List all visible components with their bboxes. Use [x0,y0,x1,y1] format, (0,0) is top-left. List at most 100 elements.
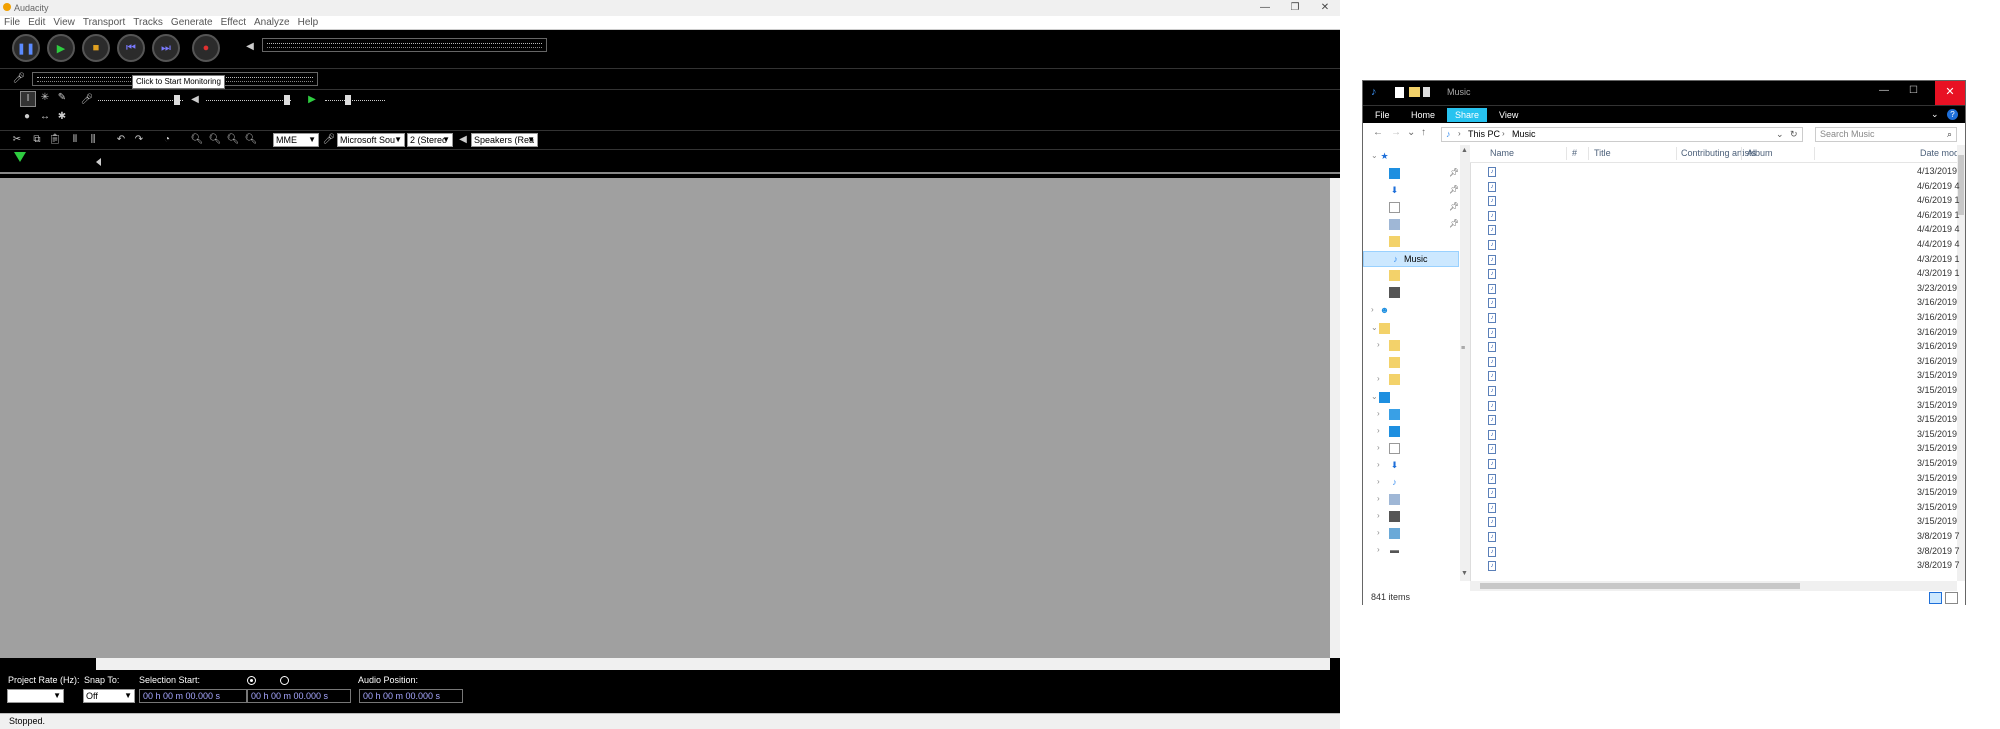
fit-project-icon[interactable]: 🔍︎ [244,133,258,147]
play-speed-slider[interactable] [325,95,385,105]
nav-pictures[interactable]: 📌︎ [1363,217,1459,233]
file-row[interactable]: ♪ 4/6/2019 1 [1470,194,1960,209]
nav-user-folder[interactable]: ⌄ [1363,321,1459,337]
file-row[interactable]: ♪ 3/16/2019 [1470,311,1957,326]
nav-desktop[interactable]: 📌︎ [1363,166,1459,182]
selection-start-radio[interactable] [247,676,256,685]
file-row[interactable]: ♪ 3/15/2019 [1470,384,1957,399]
menu-tracks[interactable]: Tracks [129,16,167,29]
search-input[interactable]: Search Music ⌕ [1815,127,1957,142]
tab-view[interactable]: View [1491,108,1526,122]
play-button[interactable]: ▶ [47,34,75,62]
file-row[interactable]: ♪ 4/3/2019 1 [1470,253,1960,268]
file-row[interactable]: ♪ 3/23/2019 [1470,282,1957,297]
recording-channels-select[interactable]: 2 (Stereo ▼ [407,133,453,147]
nav-this-pc[interactable]: ⌄ [1363,390,1459,406]
breadcrumb-this-pc[interactable]: This PC [1468,129,1500,139]
column-name[interactable]: Name [1490,148,1514,158]
menu-file[interactable]: File [0,16,24,29]
zoom-tool-icon[interactable]: ↔ [38,110,52,124]
file-row[interactable]: ♪ 3/15/2019 [1470,428,1957,443]
selection-end-time[interactable]: 00 h 00 m 00.000 s [247,689,351,703]
file-row[interactable]: ♪ 3/16/2019 [1470,355,1957,370]
nav-drive[interactable]: › ▬ [1363,543,1459,559]
tab-share[interactable]: Share [1447,108,1488,122]
file-row[interactable]: ♪ 3/15/2019 [1470,457,1957,472]
track-area[interactable] [0,178,1330,658]
address-dropdown-icon[interactable]: ⌄ [1776,129,1784,140]
file-row[interactable]: ♪ 3/8/2019 7 [1470,559,1960,574]
nav-pc-documents[interactable]: › [1363,441,1459,457]
file-row[interactable]: ♪ 3/15/2019 [1470,369,1957,384]
recording-volume-slider[interactable] [98,95,183,105]
restore-icon[interactable]: ❐ [1280,0,1310,16]
timeshift-tool-icon[interactable]: ✱ [55,110,69,124]
details-view-icon[interactable] [1929,592,1942,604]
breadcrumb-music[interactable]: Music [1512,129,1536,139]
paste-icon[interactable]: 📋︎ [48,133,62,147]
file-row[interactable]: ♪ 3/15/2019 [1470,399,1957,414]
copy-icon[interactable]: ⧉ [30,133,44,147]
audio-host-select[interactable]: MME ▼ [273,133,319,147]
nav-pc-downloads[interactable]: › ⬇ [1363,458,1459,474]
timeline-ruler[interactable] [0,150,1340,174]
file-row[interactable]: ♪ 4/6/2019 4 [1470,180,1960,195]
nav-quick-access[interactable]: ⌄ ★ [1363,149,1459,165]
menu-effect[interactable]: Effect [217,16,250,29]
playback-meter[interactable] [262,38,547,52]
file-row[interactable]: ♪ 3/8/2019 7 [1470,545,1960,560]
maximize-icon[interactable]: ☐ [1909,85,1918,96]
nav-music[interactable]: ♪ Music [1363,251,1459,267]
file-row[interactable]: ♪ 4/6/2019 1 [1470,209,1960,224]
refresh-icon[interactable]: ↻ [1790,129,1798,140]
undo-icon[interactable]: ↶ [114,133,128,147]
skip-start-button[interactable]: ⏮ [117,34,145,62]
nav-3d-objects[interactable]: › [1363,407,1459,423]
file-row[interactable]: ♪ 4/4/2019 4 [1470,223,1960,238]
nav-calculator[interactable] [1363,285,1459,301]
forward-arrow-icon[interactable]: → [1391,127,1401,138]
trim-icon[interactable]: ⫴ [68,133,82,147]
file-row[interactable]: ♪ 3/16/2019 [1470,340,1957,355]
close-icon[interactable]: ✕ [1310,0,1340,16]
selection-end-radio[interactable] [280,676,289,685]
fit-selection-icon[interactable]: 🔍︎ [226,133,240,147]
play-head-icon[interactable] [14,152,26,162]
nav-subfolder[interactable]: › [1363,372,1459,388]
nav-pc-videos[interactable]: › [1363,509,1459,525]
envelope-tool-icon[interactable]: ✳ [38,91,52,105]
file-row[interactable]: ♪ 4/3/2019 1 [1470,267,1960,282]
minimize-icon[interactable]: — [1250,0,1280,16]
redo-icon[interactable]: ↷ [132,133,146,147]
nav-local-disk[interactable]: › [1363,526,1459,542]
audio-position-time[interactable]: 00 h 00 m 00.000 s [359,689,463,703]
address-bar[interactable]: ♪ › This PC › Music ⌄ ↻ [1441,127,1803,142]
tab-home[interactable]: Home [1403,108,1443,122]
nav-pc-music[interactable]: › ♪ [1363,475,1459,491]
record-button[interactable]: ● [192,34,220,62]
file-list-horizontal-scrollbar[interactable] [1470,581,1957,591]
quick-access-dropdown-icon[interactable] [1423,87,1430,97]
sync-lock-icon[interactable]: ◔ [160,133,174,147]
track-horizontal-scrollbar[interactable] [96,658,1330,670]
file-row[interactable]: ♪ 3/8/2019 7 [1470,530,1960,545]
scroll-thumb[interactable] [1480,583,1800,589]
selection-start-time[interactable]: 00 h 00 m 00.000 s [139,689,247,703]
file-row[interactable]: ♪ 3/15/2019 [1470,515,1957,530]
file-row[interactable]: ♪ 3/16/2019 [1470,326,1957,341]
nav-subfolder[interactable] [1363,355,1459,371]
expand-ribbon-icon[interactable]: ⌄ [1931,109,1939,120]
file-row[interactable]: ♪ 3/15/2019 [1470,413,1957,428]
large-icons-view-icon[interactable] [1945,592,1958,604]
menu-edit[interactable]: Edit [24,16,49,29]
back-arrow-icon[interactable]: ← [1373,127,1383,138]
recording-device-select[interactable]: Microsoft Sou ▼ [337,133,405,147]
new-folder-icon[interactable] [1409,87,1420,97]
nav-onedrive[interactable]: › ☻ [1363,303,1459,319]
draw-tool-icon[interactable]: ✎ [55,91,69,105]
column-album[interactable]: Album [1747,148,1773,158]
nav-folder[interactable] [1363,268,1459,284]
file-row[interactable]: ♪ 3/15/2019 [1470,501,1957,516]
silence-icon[interactable]: ⫼ [86,133,100,147]
pause-button[interactable]: ❚❚ [12,34,40,62]
